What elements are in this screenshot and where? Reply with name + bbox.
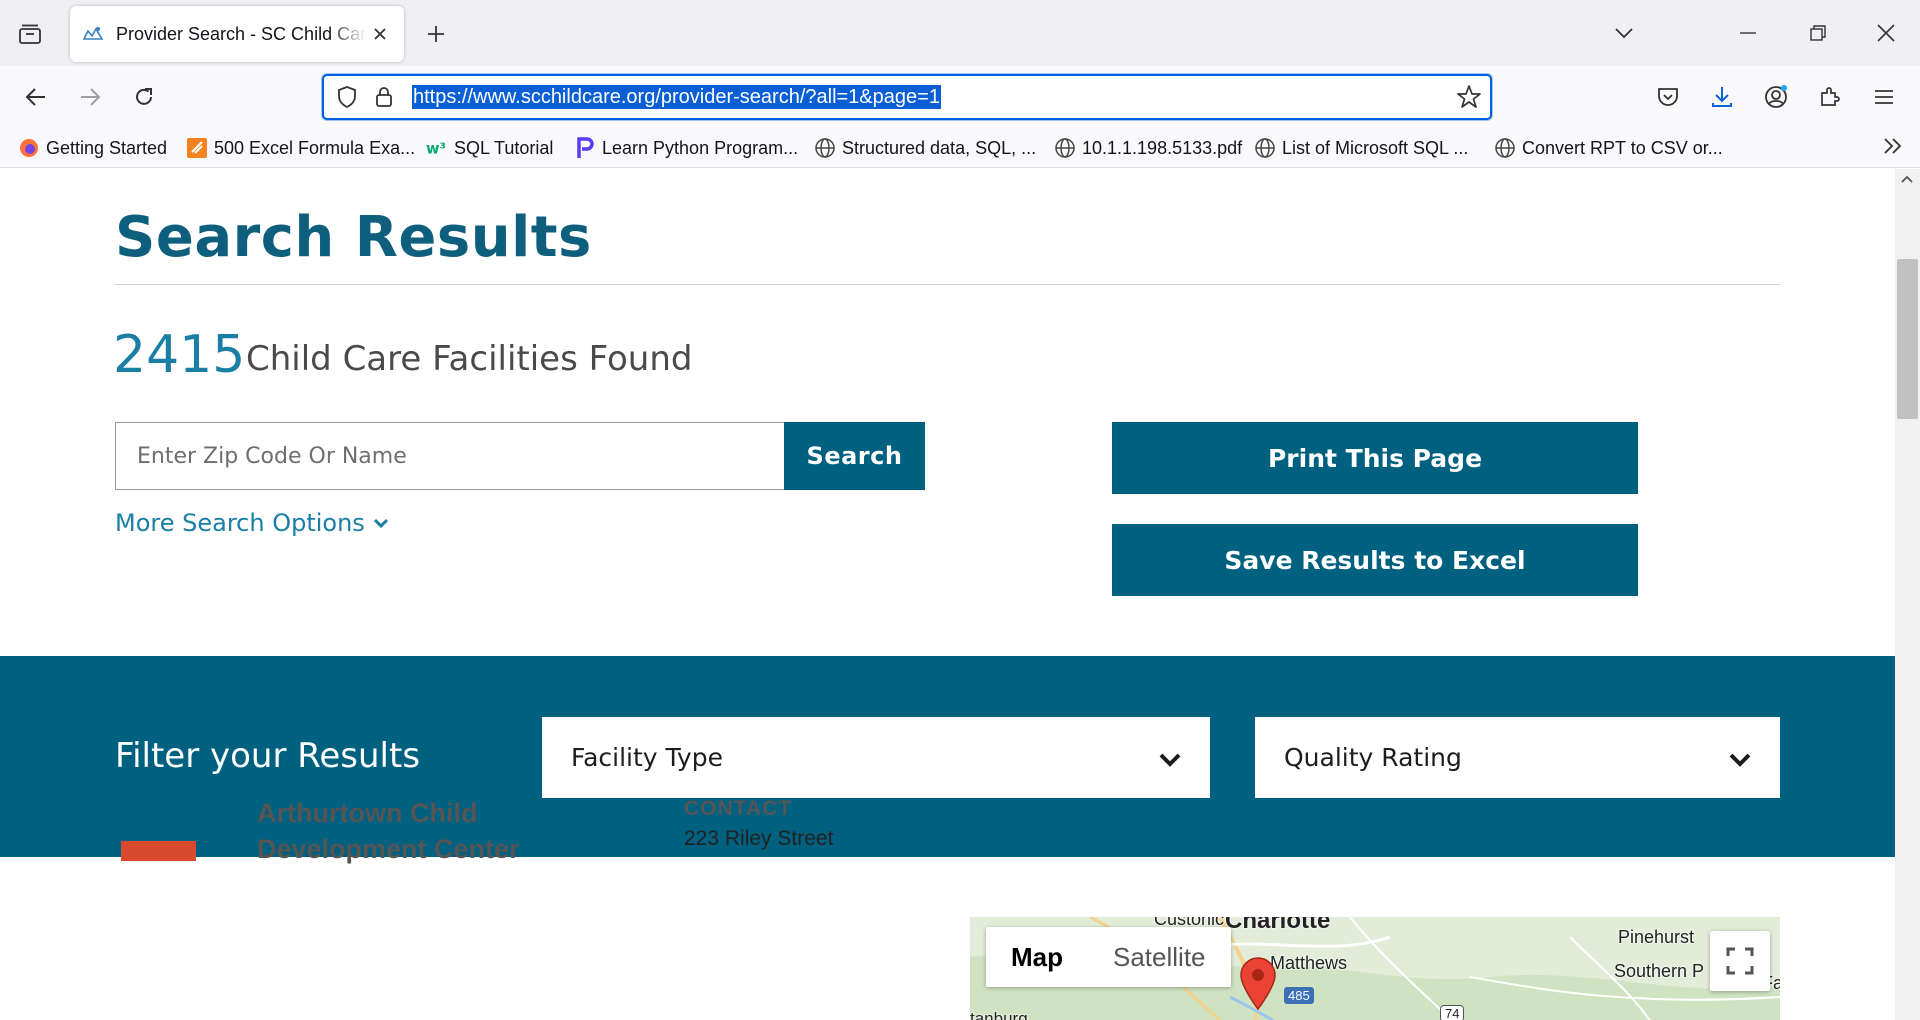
scrollbar-thumb[interactable]	[1897, 259, 1918, 419]
pocket-icon[interactable]	[1650, 79, 1686, 115]
bookmark-getting-started[interactable]: Getting Started	[18, 134, 167, 162]
restore-icon[interactable]	[1798, 16, 1838, 50]
facility-type-select[interactable]: Facility Type	[542, 717, 1210, 798]
bookmark-star-icon[interactable]	[1456, 84, 1482, 115]
tab-bar: Provider Search - SC Child Care	[0, 0, 1920, 66]
quality-rating-select[interactable]: Quality Rating	[1255, 717, 1780, 798]
map-marker-icon[interactable]	[1238, 955, 1278, 1016]
programiz-icon	[574, 137, 596, 159]
page-title: Search Results	[115, 205, 592, 270]
page-scrollbar[interactable]	[1895, 169, 1920, 1020]
more-search-options-label: More Search Options	[115, 509, 365, 537]
map-place-label: Pinehurst	[1618, 927, 1695, 947]
bookmark-microsoft-sql[interactable]: List of Microsoft SQL ...	[1254, 134, 1468, 162]
provider-logo	[121, 841, 196, 861]
bookmark-label: 10.1.1.198.5133.pdf	[1082, 137, 1243, 158]
account-icon[interactable]	[1758, 79, 1794, 115]
search-input[interactable]	[115, 422, 785, 490]
globe-icon	[814, 137, 836, 159]
minimize-icon[interactable]	[1728, 16, 1768, 50]
search-button[interactable]: Search	[784, 422, 925, 490]
lock-icon[interactable]	[374, 85, 394, 114]
chevron-down-icon	[373, 517, 389, 529]
reload-icon[interactable]	[126, 79, 162, 115]
chevron-down-icon	[1158, 746, 1182, 775]
contact-label: CONTACT	[684, 797, 793, 820]
more-search-options-link[interactable]: More Search Options	[115, 509, 389, 537]
active-tab[interactable]: Provider Search - SC Child Care	[70, 6, 404, 62]
satellite-view-button[interactable]: Satellite	[1088, 927, 1231, 987]
bookmark-label: 500 Excel Formula Exa...	[214, 137, 416, 158]
bookmark-learn-python[interactable]: Learn Python Program...	[574, 134, 798, 162]
quality-rating-label: Quality Rating	[1284, 743, 1462, 772]
map-type-toggle: Map Satellite	[986, 927, 1231, 987]
facility-type-label: Facility Type	[571, 743, 723, 772]
save-to-excel-button[interactable]: Save Results to Excel	[1112, 524, 1638, 596]
print-page-button[interactable]: Print This Page	[1112, 422, 1638, 494]
forward-icon[interactable]	[72, 79, 108, 115]
bookmark-convert-rpt[interactable]: Convert RPT to CSV or...	[1494, 134, 1723, 162]
chevron-down-icon	[1728, 746, 1752, 775]
globe-icon	[1054, 137, 1076, 159]
bookmark-label: Learn Python Program...	[602, 137, 799, 158]
globe-icon	[1254, 137, 1276, 159]
bookmark-structured-data[interactable]: Structured data, SQL, ...	[814, 134, 1036, 162]
page-content: Search Results 2415 Child Care Facilitie…	[0, 169, 1895, 1020]
more-bookmarks-chevron-icon[interactable]	[1882, 136, 1904, 161]
bookmark-label: SQL Tutorial	[454, 137, 554, 158]
map-place-label: Charlotte	[1225, 917, 1331, 934]
bookmark-label: Convert RPT to CSV or...	[1522, 137, 1723, 158]
map-place-label: tanburg	[970, 1009, 1028, 1020]
w3schools-icon: w³	[426, 137, 448, 159]
bookmark-pdf[interactable]: 10.1.1.198.5133.pdf	[1054, 134, 1242, 162]
results-count-label: Child Care Facilities Found	[246, 339, 693, 379]
globe-icon	[1494, 137, 1516, 159]
scroll-up-arrow-icon[interactable]	[1900, 171, 1914, 189]
close-window-icon[interactable]	[1866, 16, 1906, 50]
svg-text:w³: w³	[426, 141, 446, 158]
results-count: 2415	[113, 325, 246, 385]
tab-list-icon[interactable]	[14, 18, 46, 50]
bookmarks-toolbar: Getting Started 500 Excel Formula Exa...…	[0, 128, 1920, 168]
provider-map[interactable]: Custonic Charlotte Matthews Pinehurst So…	[970, 917, 1780, 1020]
url-text[interactable]: https://www.scchildcare.org/provider-sea…	[412, 85, 941, 109]
bookmark-label: Getting Started	[46, 137, 168, 158]
address-bar[interactable]: https://www.scchildcare.org/provider-sea…	[322, 74, 1492, 120]
close-tab-icon[interactable]	[368, 22, 392, 46]
filter-title: Filter your Results	[115, 736, 421, 776]
divider	[115, 284, 1780, 285]
excel-site-icon	[186, 137, 208, 159]
contact-street: 223 Riley Street	[684, 827, 834, 850]
back-icon[interactable]	[18, 79, 54, 115]
firefox-icon	[18, 137, 40, 159]
fullscreen-icon[interactable]	[1710, 931, 1770, 991]
bookmark-sql-tutorial[interactable]: w³ SQL Tutorial	[426, 134, 553, 162]
map-place-label: Southern P	[1614, 961, 1705, 981]
map-view-button[interactable]: Map	[986, 927, 1088, 987]
provider-name-line: Development Center	[257, 834, 520, 864]
site-favicon-icon	[82, 23, 104, 45]
bookmark-excel-formulas[interactable]: 500 Excel Formula Exa...	[186, 134, 415, 162]
extensions-icon[interactable]	[1812, 79, 1848, 115]
provider-name-line: Arthurtown Child	[257, 798, 478, 828]
bookmark-label: Structured data, SQL, ...	[842, 137, 1037, 158]
provider-name-link[interactable]: Arthurtown Child Development Center	[257, 795, 577, 867]
downloads-icon[interactable]	[1704, 79, 1740, 115]
navigation-toolbar: https://www.scchildcare.org/provider-sea…	[0, 66, 1920, 128]
new-tab-icon[interactable]	[420, 18, 452, 50]
map-place-label: Matthews	[1270, 953, 1348, 973]
tab-title: Provider Search - SC Child Care	[116, 23, 366, 44]
bookmark-label: List of Microsoft SQL ...	[1282, 137, 1469, 158]
list-all-tabs-icon[interactable]	[1604, 16, 1644, 50]
menu-icon[interactable]	[1866, 79, 1902, 115]
road-shield: 485	[1284, 987, 1314, 1004]
road-shield: 74	[1440, 1005, 1465, 1020]
tracking-protection-shield-icon[interactable]	[336, 85, 358, 114]
